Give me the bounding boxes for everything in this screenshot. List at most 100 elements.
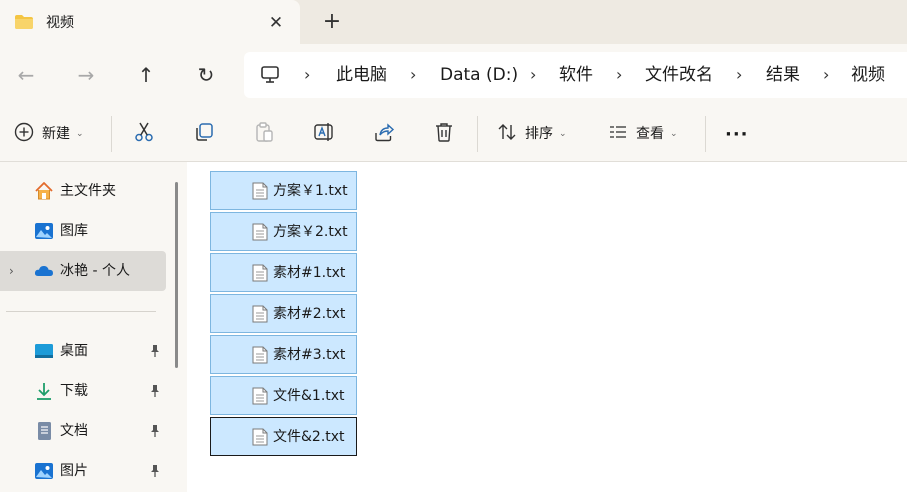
file-name: 素材#1.txt [273, 265, 346, 281]
view-button[interactable]: 查看 ⌄ [608, 123, 678, 145]
breadcrumb-separator[interactable]: › [410, 64, 416, 86]
text-file-icon [252, 223, 268, 245]
breadcrumb-separator[interactable]: › [304, 64, 310, 86]
desktop-icon [34, 341, 54, 361]
clipboard-icon [253, 121, 275, 147]
gallery-icon [34, 221, 54, 241]
plus-circle-icon [14, 122, 34, 146]
sidebar-item-label: 下载 [60, 383, 88, 399]
pin-icon[interactable] [148, 463, 162, 482]
document-icon [34, 421, 54, 441]
breadcrumb-item-result[interactable]: 结果 [766, 64, 800, 86]
text-file-icon [252, 264, 268, 286]
file-item[interactable]: 素材#3.txt [210, 335, 357, 374]
copy-icon [193, 121, 215, 147]
file-item[interactable]: 文件&1.txt [210, 376, 357, 415]
navigation-pane: 主文件夹 图库 › 冰艳 - 个人 桌面 下载 文档 图片 [0, 162, 187, 492]
text-file-icon [252, 305, 268, 327]
chevron-down-icon: ⌄ [76, 129, 84, 139]
sidebar-divider [6, 311, 156, 312]
forward-button[interactable]: → [74, 63, 98, 87]
chevron-down-icon: ⌄ [559, 129, 567, 139]
list-view-icon [608, 122, 628, 146]
new-label: 新建 [42, 126, 70, 142]
pin-icon[interactable] [148, 343, 162, 362]
sidebar-item-label: 图片 [60, 463, 88, 479]
sidebar-item-documents[interactable]: 文档 [0, 411, 166, 451]
file-name: 文件&2.txt [273, 429, 345, 445]
trash-icon [433, 121, 455, 147]
sidebar-item-label: 图库 [60, 223, 88, 239]
rename-button[interactable] [313, 123, 335, 145]
home-icon [34, 181, 54, 201]
command-bar: 新建 ⌄ 排序 ⌄ 查看 ⌄ ··· [0, 106, 907, 162]
sidebar-item-label: 文档 [60, 423, 88, 439]
breadcrumb-separator[interactable]: › [616, 64, 622, 86]
breadcrumb-separator[interactable]: › [823, 64, 829, 86]
file-name: 素材#2.txt [273, 306, 346, 322]
sidebar-scrollbar[interactable] [175, 182, 178, 368]
text-file-icon [252, 387, 268, 409]
sort-button[interactable]: 排序 ⌄ [497, 123, 567, 145]
back-button[interactable]: ← [14, 63, 38, 87]
file-explorer-window: 视频 ✕ + ← → ↑ ↻ › 此电脑 › Data (D:) › 软件 › [0, 0, 907, 492]
file-item[interactable]: 素材#1.txt [210, 253, 357, 292]
new-button[interactable]: 新建 ⌄ [14, 122, 84, 146]
breadcrumb-item-this-pc[interactable]: 此电脑 [336, 64, 387, 86]
text-file-icon [252, 428, 268, 450]
tab-bar: 视频 ✕ + [0, 0, 907, 44]
file-name: 文件&1.txt [273, 388, 345, 404]
navigation-bar: ← → ↑ ↻ › 此电脑 › Data (D:) › 软件 › 文件改名 › … [0, 44, 907, 106]
file-name: 方案￥2.txt [273, 224, 348, 240]
chevron-down-icon: ⌄ [670, 129, 678, 139]
breadcrumb-item-video[interactable]: 视频 [851, 64, 885, 86]
sidebar-item-pictures[interactable]: 图片 [0, 451, 166, 491]
sidebar-item-label: 主文件夹 [60, 183, 116, 199]
file-item[interactable]: 方案￥1.txt [210, 171, 357, 210]
share-button[interactable] [373, 123, 395, 145]
up-button[interactable]: ↑ [134, 63, 158, 87]
sidebar-item-label: 冰艳 - 个人 [60, 263, 130, 279]
pin-icon[interactable] [148, 423, 162, 442]
refresh-button[interactable]: ↻ [194, 63, 218, 87]
breadcrumb-item-software[interactable]: 软件 [559, 64, 593, 86]
tab-title: 视频 [46, 15, 74, 31]
tab-video[interactable]: 视频 ✕ [0, 0, 300, 44]
sort-label: 排序 [525, 126, 553, 142]
folder-icon [14, 14, 34, 34]
more-icon: ··· [725, 123, 749, 145]
file-item[interactable]: 方案￥2.txt [210, 212, 357, 251]
sidebar-item-downloads[interactable]: 下载 [0, 371, 166, 411]
sidebar-item-desktop[interactable]: 桌面 [0, 331, 166, 371]
pin-icon[interactable] [148, 383, 162, 402]
pictures-icon [34, 461, 54, 481]
file-list-area[interactable]: 方案￥1.txt 方案￥2.txt 素材#1.txt 素材#2.txt 素材#3… [187, 162, 907, 492]
chevron-right-icon[interactable]: › [9, 262, 14, 280]
paste-button[interactable] [253, 121, 275, 147]
rename-icon [313, 121, 335, 147]
download-icon [34, 381, 54, 401]
sidebar-item-home[interactable]: 主文件夹 [0, 171, 166, 211]
text-file-icon [252, 182, 268, 204]
address-bar[interactable]: › 此电脑 › Data (D:) › 软件 › 文件改名 › 结果 › 视频 [244, 52, 907, 98]
new-tab-button[interactable]: + [321, 11, 343, 33]
sidebar-item-label: 桌面 [60, 343, 88, 359]
breadcrumb-item-data-drive[interactable]: Data (D:) [440, 64, 518, 86]
sort-arrows-icon [497, 122, 517, 146]
file-item[interactable]: 素材#2.txt [210, 294, 357, 333]
monitor-icon [260, 65, 280, 89]
breadcrumb-separator[interactable]: › [736, 64, 742, 86]
breadcrumb-separator[interactable]: › [530, 64, 536, 86]
view-label: 查看 [636, 126, 664, 142]
file-item[interactable]: 文件&2.txt [210, 417, 357, 456]
toolbar-divider [111, 116, 112, 152]
delete-button[interactable] [433, 123, 455, 145]
sidebar-item-onedrive[interactable]: › 冰艳 - 个人 [0, 251, 166, 291]
copy-button[interactable] [193, 123, 215, 145]
close-tab-icon[interactable]: ✕ [266, 13, 286, 33]
cut-button[interactable] [133, 122, 155, 145]
more-options-button[interactable]: ··· [725, 123, 749, 145]
breadcrumb-item-file-rename[interactable]: 文件改名 [645, 64, 713, 86]
sidebar-item-gallery[interactable]: 图库 [0, 211, 166, 251]
onedrive-cloud-icon [34, 261, 54, 281]
